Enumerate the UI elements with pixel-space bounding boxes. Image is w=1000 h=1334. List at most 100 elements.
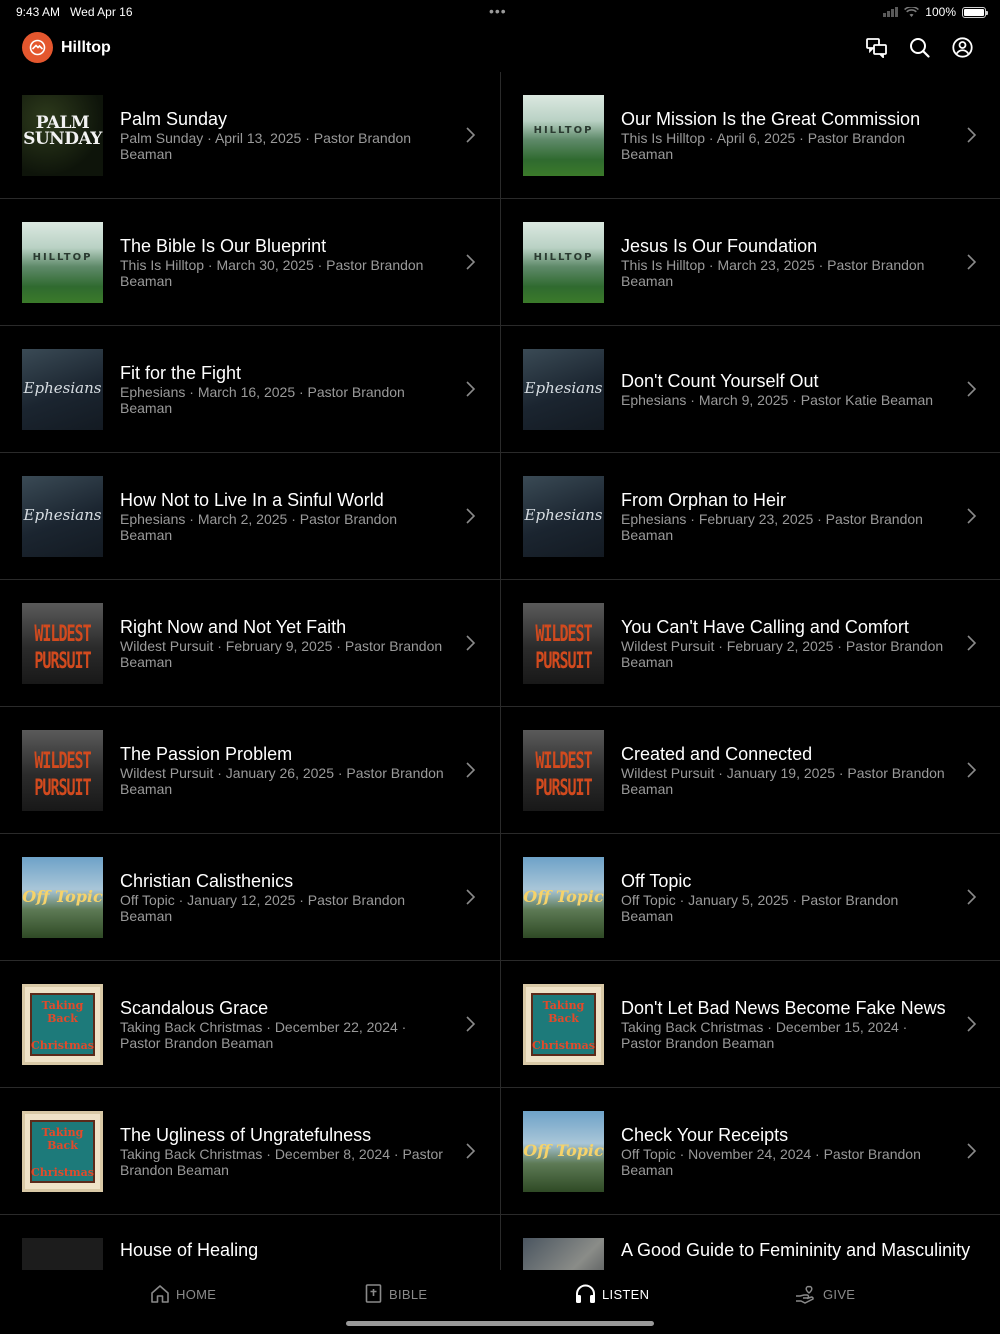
sermon-card[interactable]: HILLTOP The Bible Is Our Blueprint This Is…	[0, 199, 500, 326]
wifi-icon	[904, 6, 920, 17]
battery-icon	[962, 6, 988, 18]
sermon-card[interactable]: Ephesians How Not to Live In a Sinful Wor…	[0, 453, 500, 580]
sermon-card[interactable]: Off Topic Off Topic Off Topic · January 5,…	[501, 834, 1000, 961]
sermon-title: Don't Count Yourself Out	[621, 371, 819, 391]
wildest-pursuit-artwork: WILDEST PURSUIT	[523, 730, 604, 811]
tab-give[interactable]: GIVE	[795, 1284, 855, 1304]
sermon-title: Created and Connected	[621, 744, 813, 764]
ephesians-artwork: Ephesians	[523, 476, 604, 557]
sermon-meta: This Is Hilltop · March 23, 2025 · Pasto…	[621, 257, 925, 289]
sermon-card[interactable]: A Good Guide to Femininity and Masculini…	[501, 1215, 1000, 1270]
chevron-right-icon[interactable]	[464, 761, 476, 779]
chevron-right-icon[interactable]	[965, 888, 977, 906]
tab-home[interactable]: HOME	[150, 1284, 216, 1304]
artwork-text: WILDEST PURSUIT	[535, 620, 592, 674]
sermon-card[interactable]: Taking Back Christmas Don't Let Bad News B…	[501, 961, 1000, 1088]
chevron-right-icon[interactable]	[464, 634, 476, 652]
sermon-title: The Passion Problem	[120, 744, 293, 764]
chevron-right-icon[interactable]	[965, 634, 977, 652]
chevron-right-icon[interactable]	[965, 1015, 977, 1033]
account-icon[interactable]	[951, 36, 974, 59]
chevron-right-icon[interactable]	[965, 126, 977, 144]
tab-bible-label: BIBLE	[389, 1286, 428, 1302]
sermon-card[interactable]: HILLTOP Our Mission Is the Great Commissi…	[501, 72, 1000, 199]
off-topic-artwork: Off Topic	[523, 857, 604, 938]
chevron-right-icon[interactable]	[965, 253, 977, 271]
off-topic-artwork: Off Topic	[22, 857, 103, 938]
tab-home-label: HOME	[176, 1286, 217, 1302]
sermon-card[interactable]: Off Topic Check Your Receipts Off Topic · …	[501, 1088, 1000, 1215]
sermon-meta: Ephesians · March 2, 2025 · Pastor Brand…	[120, 511, 398, 543]
artwork-text: Christmas	[31, 1166, 94, 1179]
sermon-meta: Ephesians · March 16, 2025 · Pastor Bran…	[120, 384, 405, 416]
sermon-card[interactable]: Off Topic Christian Calisthenics Off Topic…	[0, 834, 500, 961]
chat-icon[interactable]	[865, 36, 888, 59]
artwork-text: Ephesians	[524, 506, 603, 524]
artwork-text: WILDEST PURSUIT	[34, 747, 91, 801]
sermon-card[interactable]: WILDEST PURSUIT You Can't Have Calling an…	[501, 580, 1000, 707]
sermon-meta: This Is Hilltop · March 30, 2025 · Pasto…	[120, 257, 424, 289]
home-indicator[interactable]	[346, 1321, 654, 1326]
sermon-meta: This Is Hilltop · April 6, 2025 · Pastor…	[621, 130, 906, 162]
sermon-meta: Wildest Pursuit · January 26, 2025 · Pas…	[120, 765, 444, 797]
chevron-right-icon[interactable]	[464, 507, 476, 525]
sermon-card[interactable]: WILDEST PURSUIT The Passion Problem Wildes…	[0, 707, 500, 834]
tab-give-label: GIVE	[823, 1286, 856, 1302]
sermon-card[interactable]: Taking Back Christmas Scandalous Grace Taki…	[0, 961, 500, 1088]
sermon-title: How Not to Live In a Sinful World	[120, 490, 384, 510]
chevron-right-icon[interactable]	[464, 126, 476, 144]
sermon-title: Our Mission Is the Great Commission	[621, 109, 921, 129]
artwork-text: Ephesians	[23, 379, 102, 397]
sermon-card[interactable]: HILLTOP Jesus Is Our Foundation This Is Hi…	[501, 199, 1000, 326]
sermon-title: Scandalous Grace	[120, 998, 269, 1018]
sermon-meta: Wildest Pursuit · February 9, 2025 · Pas…	[120, 638, 443, 670]
taking-back-christmas-artwork: Taking Back Christmas	[22, 984, 103, 1065]
search-icon[interactable]	[908, 36, 931, 59]
home-icon	[151, 1285, 169, 1303]
artwork-text: Off Topic	[523, 887, 604, 906]
artwork-text: HILLTOP	[533, 252, 594, 263]
chevron-right-icon[interactable]	[464, 1142, 476, 1160]
sermon-meta: Off Topic · November 24, 2024 · Pastor B…	[621, 1146, 921, 1178]
chevron-right-icon[interactable]	[464, 888, 476, 906]
sermon-title: A Good Guide to Femininity and Masculini…	[621, 1240, 971, 1260]
sermon-list[interactable]: PALM SUNDAY Palm Sunday Palm Sunday · Apri…	[0, 72, 1000, 1270]
chevron-right-icon[interactable]	[464, 253, 476, 271]
signal-icon	[883, 7, 899, 17]
give-icon	[796, 1285, 814, 1304]
artwork-text: Christmas	[532, 1039, 595, 1052]
artwork-text: HILLTOP	[32, 252, 93, 263]
sermon-card[interactable]: WILDEST PURSUIT Right Now and Not Yet Fai…	[0, 580, 500, 707]
ephesians-artwork: Ephesians	[22, 349, 103, 430]
sermon-card[interactable]: PALM SUNDAY Palm Sunday Palm Sunday · Apri…	[0, 72, 500, 199]
chevron-right-icon[interactable]	[965, 507, 977, 525]
sermon-card[interactable]: House of Healing	[0, 1215, 500, 1270]
chevron-right-icon[interactable]	[965, 761, 977, 779]
this-is-hilltop-artwork: HILLTOP	[523, 222, 604, 303]
tab-bible[interactable]: BIBLE	[365, 1284, 427, 1304]
artwork-text: WILDEST PURSUIT	[535, 747, 592, 801]
chevron-right-icon[interactable]	[965, 380, 977, 398]
sermon-card[interactable]: Taking Back Christmas The Ugliness of Ungr…	[0, 1088, 500, 1215]
this-is-hilltop-artwork: HILLTOP	[22, 222, 103, 303]
off-topic-artwork: Off Topic	[523, 1111, 604, 1192]
sermon-title: Jesus Is Our Foundation	[621, 236, 818, 256]
sermon-card[interactable]: Ephesians Don't Count Yourself Out Ephesia…	[501, 326, 1000, 453]
wildest-pursuit-artwork: WILDEST PURSUIT	[523, 603, 604, 684]
hilltop-logo-icon[interactable]	[22, 32, 53, 63]
multitasking-dots[interactable]: •••	[489, 3, 507, 19]
sermon-card[interactable]: WILDEST PURSUIT Created and Connected Wild…	[501, 707, 1000, 834]
chevron-right-icon[interactable]	[464, 1015, 476, 1033]
artwork-text: Taking Back	[542, 999, 585, 1025]
sermon-card[interactable]: Ephesians Fit for the Fight Ephesians · Ma…	[0, 326, 500, 453]
chevron-right-icon[interactable]	[965, 1142, 977, 1160]
artwork-text: PALM SUNDAY	[23, 113, 102, 149]
sermon-card[interactable]: Ephesians From Orphan to Heir Ephesians · …	[501, 453, 1000, 580]
sermon-meta: Taking Back Christmas · December 8, 2024…	[120, 1146, 443, 1178]
status-indicators: 100%	[883, 5, 988, 19]
wildest-pursuit-artwork: WILDEST PURSUIT	[22, 730, 103, 811]
tab-listen[interactable]: LISTEN	[575, 1284, 649, 1304]
sermon-title: Right Now and Not Yet Faith	[120, 617, 347, 637]
chevron-right-icon[interactable]	[464, 380, 476, 398]
app-name: Hilltop	[61, 39, 111, 56]
